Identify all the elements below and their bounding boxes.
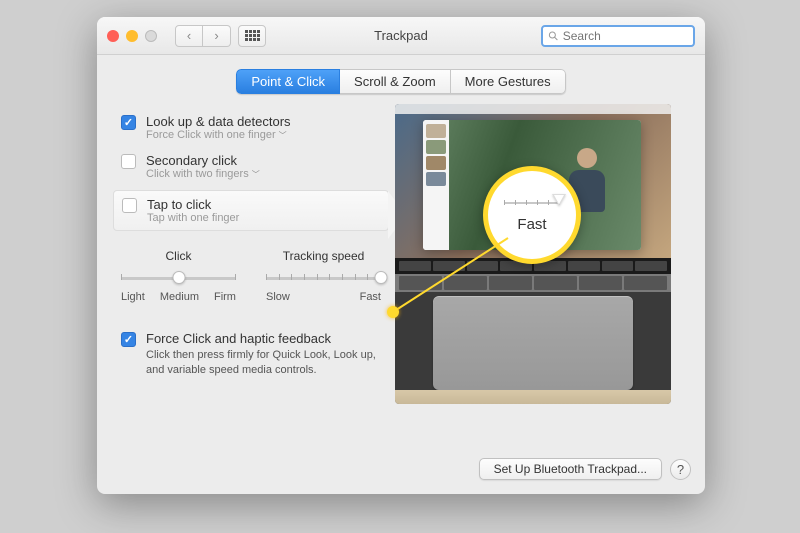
- help-button[interactable]: ?: [670, 459, 691, 480]
- forward-button[interactable]: ›: [203, 25, 231, 47]
- tap-checkbox[interactable]: [122, 198, 137, 213]
- back-button[interactable]: ‹: [175, 25, 203, 47]
- chevron-down-icon: ﹀: [279, 130, 287, 141]
- preview-panel: Fast: [387, 104, 695, 404]
- traffic-lights: [107, 30, 157, 42]
- force-click-section: Force Click and haptic feedback Click th…: [121, 331, 381, 379]
- lookup-dropdown[interactable]: Force Click with one finger ﹀: [146, 129, 381, 141]
- titlebar: ‹ › Trackpad: [97, 17, 705, 55]
- options-panel: Look up & data detectors Force Click wit…: [107, 104, 387, 404]
- tracking-slider-group: Tracking speed Slow Fast: [266, 249, 381, 303]
- force-desc: Click then press firmly for Quick Look, …: [146, 348, 381, 379]
- click-slider-group: Click Light Medium Firm: [121, 249, 236, 303]
- secondary-checkbox[interactable]: [121, 154, 136, 169]
- option-secondary: Secondary click Click with two fingers ﹀: [121, 147, 381, 186]
- sliders: Click Light Medium Firm Tracking speed: [121, 249, 381, 303]
- preferences-window: ‹ › Trackpad Point & Click Scroll & Zoom…: [97, 17, 705, 494]
- tracking-slider[interactable]: [266, 269, 381, 287]
- tab-bar: Point & Click Scroll & Zoom More Gesture…: [97, 69, 705, 94]
- window-title: Trackpad: [374, 28, 428, 43]
- trackpad-image: [433, 296, 633, 390]
- tab-point-click[interactable]: Point & Click: [236, 69, 340, 94]
- option-tap-to-click: Tap to click Tap with one finger: [113, 190, 389, 231]
- annotation-dot: [387, 306, 399, 318]
- callout-label: Fast: [517, 216, 546, 233]
- search-field[interactable]: [541, 25, 695, 47]
- search-input[interactable]: [563, 29, 688, 43]
- nav-buttons: ‹ ›: [175, 25, 231, 47]
- grid-icon: [245, 30, 260, 41]
- slider-knob-icon: [552, 194, 566, 206]
- tap-title: Tap to click: [147, 197, 380, 212]
- tap-subtitle: Tap with one finger: [147, 212, 380, 224]
- lookup-title: Look up & data detectors: [146, 114, 381, 129]
- show-all-button[interactable]: [238, 25, 266, 47]
- click-slider[interactable]: [121, 269, 236, 287]
- tracking-label: Tracking speed: [266, 249, 381, 263]
- force-title: Force Click and haptic feedback: [146, 331, 381, 346]
- option-lookup: Look up & data detectors Force Click wit…: [121, 108, 381, 147]
- secondary-title: Secondary click: [146, 153, 381, 168]
- zoom-icon[interactable]: [145, 30, 157, 42]
- chevron-down-icon: ﹀: [252, 169, 260, 180]
- tab-more-gestures[interactable]: More Gestures: [451, 69, 566, 94]
- callout-bubble: Fast: [483, 166, 581, 264]
- content: Look up & data detectors Force Click wit…: [97, 104, 705, 404]
- search-icon: [548, 30, 559, 42]
- tab-scroll-zoom[interactable]: Scroll & Zoom: [340, 69, 451, 94]
- lookup-checkbox[interactable]: [121, 115, 136, 130]
- trackpad-preview: Fast: [395, 104, 671, 404]
- secondary-dropdown[interactable]: Click with two fingers ﹀: [146, 168, 381, 180]
- minimize-icon[interactable]: [126, 30, 138, 42]
- click-label: Click: [121, 249, 236, 263]
- force-checkbox[interactable]: [121, 332, 136, 347]
- bluetooth-trackpad-button[interactable]: Set Up Bluetooth Trackpad...: [479, 458, 662, 480]
- footer: Set Up Bluetooth Trackpad... ?: [479, 458, 691, 480]
- close-icon[interactable]: [107, 30, 119, 42]
